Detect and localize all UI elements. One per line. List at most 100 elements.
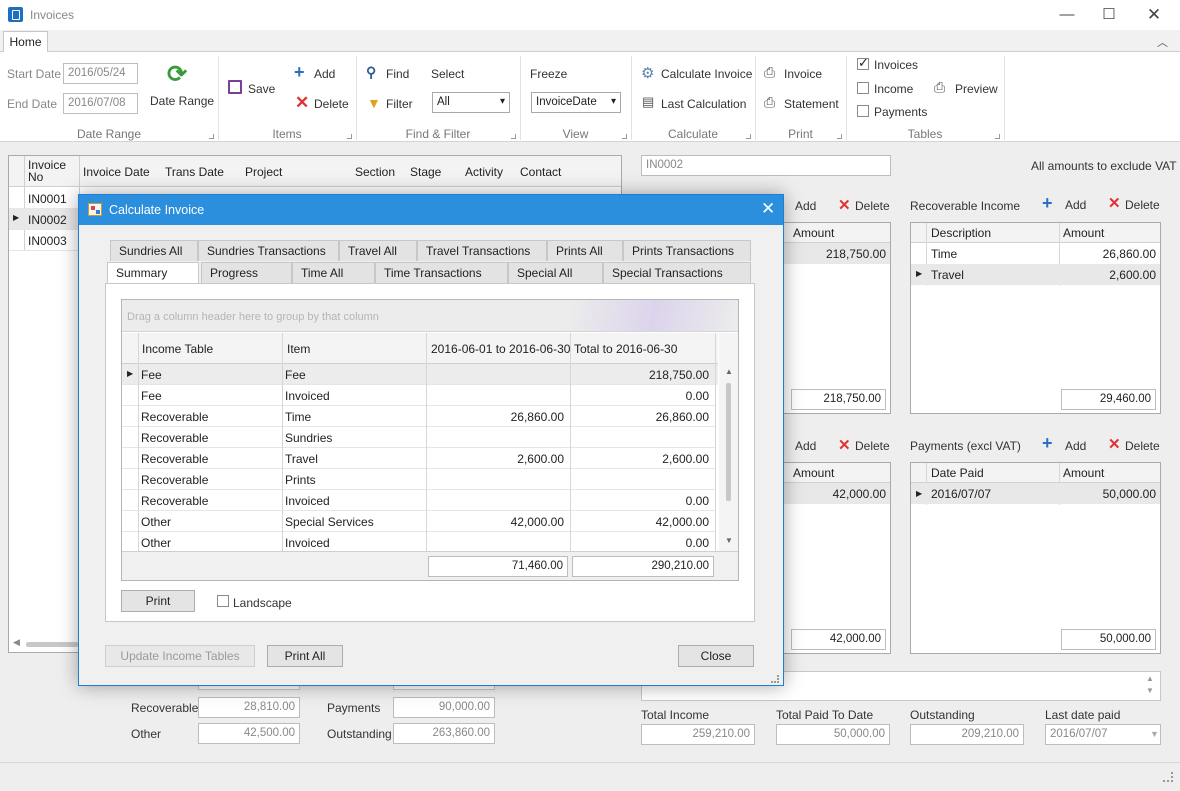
table-row[interactable]: Recoverable Prints [122,469,718,490]
payments-checkbox[interactable] [857,105,869,117]
group-launcher-icon[interactable] [511,134,516,139]
col-project[interactable]: Project [245,165,282,179]
col-item[interactable]: Item [287,342,310,356]
special-amount-header[interactable]: Amount [793,466,834,480]
item-cell[interactable]: Special Services [285,515,374,529]
tab-travel-all[interactable]: Travel All [339,240,417,261]
tab-special-all[interactable]: Special All [508,262,603,283]
date-range-button[interactable]: Date Range [150,94,214,108]
scroll-up-icon[interactable]: ▲ [725,367,733,376]
group-launcher-icon[interactable] [746,134,751,139]
chevron-down-icon[interactable]: ▼ [1150,729,1159,739]
table-row[interactable]: ▶ Fee Fee 218,750.00 [122,364,718,385]
list-item[interactable]: Travel [931,268,964,282]
item-cell[interactable]: Sundries [285,431,332,445]
payments-delete-button[interactable]: Delete [1125,439,1160,453]
total-cell[interactable]: 0.00 [571,389,709,403]
print-button[interactable]: Print [121,590,195,612]
tab-progress[interactable]: Progress [201,262,292,283]
add-button[interactable]: Add [314,67,335,81]
tab-special-transactions[interactable]: Special Transactions [603,262,751,283]
group-launcher-icon[interactable] [837,134,842,139]
col-income-table[interactable]: Income Table [142,342,213,356]
tab-time-transactions[interactable]: Time Transactions [375,262,508,283]
invoice-number-field[interactable]: IN0002 [641,155,891,176]
tab-time-all[interactable]: Time All [292,262,375,283]
income-table-cell[interactable]: Fee [141,368,162,382]
table-row[interactable]: Other Invoiced 0.00 [122,532,718,551]
col-invoice-no[interactable]: Invoice No [28,159,76,183]
preview-button[interactable]: Preview [955,82,998,96]
col-amount[interactable]: Amount [1063,466,1104,480]
group-launcher-icon[interactable] [995,134,1000,139]
special-add-button[interactable]: Add [795,439,816,453]
landscape-checkbox[interactable] [217,595,229,607]
col-date-paid[interactable]: Date Paid [931,466,984,480]
resize-grip-icon[interactable] [771,675,779,683]
list-item[interactable]: 2,600.00 [1060,268,1156,282]
total-cell[interactable]: 26,860.00 [571,410,709,424]
period-cell[interactable]: 2,600.00 [427,452,564,466]
period-cell[interactable]: 42,000.00 [427,515,564,529]
period-cell[interactable]: 26,860.00 [427,410,564,424]
col-total[interactable]: Total to 2016-06-30 [574,342,677,356]
list-item[interactable]: Time [931,247,957,261]
dialog-close-icon[interactable]: ✕ [761,199,775,219]
list-item[interactable]: 50,000.00 [1060,487,1156,501]
print-statement-button[interactable]: Statement [784,97,839,111]
notes-scroll-icon[interactable]: ▲ ▼ [1146,673,1154,697]
tab-travel-transactions[interactable]: Travel Transactions [417,240,547,261]
close-button[interactable]: Close [678,645,754,667]
tab-prints-transactions[interactable]: Prints Transactions [623,240,751,261]
collapse-ribbon-icon[interactable]: ︿ [1157,34,1168,50]
income-table-cell[interactable]: Recoverable [141,494,208,508]
income-table-cell[interactable]: Recoverable [141,452,208,466]
col-amount[interactable]: Amount [1063,226,1104,240]
fee-amount-cell[interactable]: 218,750.00 [790,247,886,261]
item-cell[interactable]: Invoiced [285,389,330,403]
recoverable-add-button[interactable]: Add [1065,198,1086,212]
group-launcher-icon[interactable] [347,134,352,139]
maximize-icon[interactable]: ☐ [1099,5,1119,25]
income-table-cell[interactable]: Recoverable [141,410,208,424]
fee-add-button[interactable]: Add [795,199,816,213]
income-checkbox[interactable] [857,82,869,94]
print-all-button[interactable]: Print All [267,645,343,667]
col-contact[interactable]: Contact [520,165,561,179]
col-stage[interactable]: Stage [410,165,441,179]
income-table-cell[interactable]: Recoverable [141,431,208,445]
minimize-icon[interactable]: — [1057,5,1077,25]
scroll-left-icon[interactable]: ◀ [13,637,20,648]
save-button[interactable]: Save [248,82,275,96]
col-invoice-date[interactable]: Invoice Date [83,165,150,179]
col-trans-date[interactable]: Trans Date [165,165,224,179]
total-cell[interactable]: 0.00 [571,494,709,508]
freeze-dropdown[interactable]: InvoiceDate [531,92,621,113]
list-item[interactable]: 26,860.00 [1060,247,1156,261]
table-row[interactable]: Fee Invoiced 0.00 [122,385,718,406]
table-row[interactable]: IN0001 [28,192,67,206]
col-period[interactable]: 2016-06-01 to 2016-06-30 [431,342,570,356]
item-cell[interactable]: Time [285,410,311,424]
start-date-field[interactable]: 2016/05/24 [63,63,138,84]
payments-add-button[interactable]: Add [1065,439,1086,453]
total-cell[interactable]: 218,750.00 [571,368,709,382]
item-cell[interactable]: Invoiced [285,536,330,550]
last-date-paid-field[interactable]: 2016/07/07 [1045,724,1161,745]
update-income-tables-button[interactable]: Update Income Tables [105,645,255,667]
fee-delete-button[interactable]: Delete [855,199,890,213]
table-row[interactable]: Recoverable Sundries [122,427,718,448]
tab-home[interactable]: Home [3,31,48,53]
table-row[interactable]: IN0003 [28,234,67,248]
total-cell[interactable]: 0.00 [571,536,709,550]
income-table-cell[interactable]: Other [141,515,171,529]
scroll-down-icon[interactable]: ▼ [725,536,733,545]
list-item[interactable]: 2016/07/07 [931,487,991,501]
recoverable-delete-button[interactable]: Delete [1125,198,1160,212]
tab-prints-all[interactable]: Prints All [547,240,623,261]
refresh-icon[interactable]: ⟳ [167,60,187,89]
item-cell[interactable]: Fee [285,368,306,382]
delete-button[interactable]: Delete [314,97,349,111]
special-amount-cell[interactable]: 42,000.00 [790,487,886,501]
scrollbar-thumb[interactable] [726,383,731,501]
